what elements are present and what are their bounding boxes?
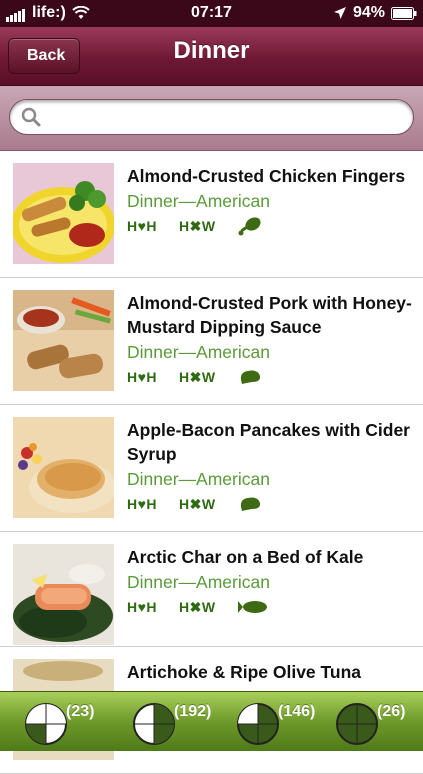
drumstick-icon — [238, 217, 261, 236]
tab-count: (192) — [174, 703, 212, 720]
healthy-weight-tag: H✖W — [179, 217, 216, 234]
healthy-heart-tag: H♥H — [127, 369, 158, 385]
search-icon — [21, 107, 41, 127]
status-bar: life:) 07:17 94% — [0, 0, 423, 27]
recipe-category: Dinner—American — [127, 191, 270, 211]
clock-full-icon — [336, 703, 378, 745]
recipe-list: Almond-Crusted Chicken Fingers Dinner—Am… — [0, 151, 423, 774]
clock-quarter-icon — [25, 703, 67, 745]
status-right: 94% — [333, 4, 417, 22]
recipe-category: Dinner—American — [127, 342, 270, 362]
navigation-bar: Back Dinner — [0, 27, 423, 86]
tab-time-quarter[interactable]: (23) — [22, 696, 122, 751]
recipe-info: Arctic Char on a Bed of Kale Dinner—Amer… — [127, 545, 413, 617]
battery-icon — [391, 6, 417, 20]
search-field[interactable] — [9, 99, 414, 135]
recipe-info: Apple-Bacon Pancakes with Cider Syrup Di… — [127, 418, 413, 514]
healthy-heart-tag: H♥H — [127, 496, 158, 512]
fish-icon — [237, 601, 267, 613]
recipe-category: Dinner—American — [127, 469, 270, 489]
recipe-info: Almond-Crusted Chicken Fingers Dinner—Am… — [127, 164, 413, 236]
recipe-name: Apple-Bacon Pancakes with Cider Syrup — [127, 420, 410, 464]
healthy-weight-tag: H✖W — [179, 598, 216, 615]
recipe-row[interactable]: Apple-Bacon Pancakes with Cider Syrup Di… — [0, 405, 423, 532]
battery-percent: 94% — [352, 4, 385, 21]
recipe-name: Arctic Char on a Bed of Kale — [127, 547, 364, 567]
clock-half-icon — [133, 703, 175, 745]
healthy-weight-tag: H✖W — [179, 368, 216, 385]
pork-icon — [240, 497, 260, 511]
tab-count: (23) — [66, 703, 95, 720]
recipe-thumbnail — [13, 544, 114, 645]
tab-time-full[interactable]: (26) — [333, 696, 423, 751]
recipe-thumbnail — [13, 163, 114, 264]
tab-bar: (23) (192) (146) (26) — [0, 691, 423, 751]
recipe-name: Artichoke & Ripe Olive Tuna — [127, 662, 362, 682]
recipe-info: Artichoke & Ripe Olive Tuna — [127, 660, 413, 684]
recipe-thumbnail — [13, 290, 114, 391]
page-title: Dinner — [173, 37, 250, 64]
recipe-tags: H♥H H✖W — [127, 494, 413, 514]
healthy-heart-tag: H♥H — [127, 599, 158, 615]
recipe-category: Dinner—American — [127, 572, 270, 592]
tab-count: (146) — [278, 703, 316, 720]
pork-icon — [240, 370, 260, 384]
location-arrow-icon — [333, 7, 346, 19]
healthy-heart-tag: H♥H — [127, 218, 158, 234]
recipe-row[interactable]: Arctic Char on a Bed of Kale Dinner—Amer… — [0, 532, 423, 647]
healthy-weight-tag: H✖W — [179, 495, 216, 512]
recipe-info: Almond-Crusted Pork with Honey-Mustard D… — [127, 291, 413, 387]
recipe-thumbnail — [13, 417, 114, 518]
clock-three-quarter-icon — [237, 703, 279, 745]
recipe-row[interactable]: Almond-Crusted Pork with Honey-Mustard D… — [0, 278, 423, 405]
recipe-name: Almond-Crusted Pork with Honey-Mustard D… — [127, 293, 412, 337]
tab-time-half[interactable]: (192) — [130, 696, 230, 751]
search-input[interactable] — [50, 106, 404, 130]
recipe-tags: H♥H H✖W — [127, 367, 413, 387]
tab-count: (26) — [377, 703, 406, 720]
tab-time-three-quarter[interactable]: (146) — [234, 696, 334, 751]
recipe-tags: H♥H H✖W — [127, 216, 413, 236]
recipe-tags: H♥H H✖W — [127, 597, 413, 617]
recipe-name: Almond-Crusted Chicken Fingers — [127, 166, 406, 186]
search-bar — [0, 86, 423, 151]
recipe-row[interactable]: Almond-Crusted Chicken Fingers Dinner—Am… — [0, 151, 423, 278]
